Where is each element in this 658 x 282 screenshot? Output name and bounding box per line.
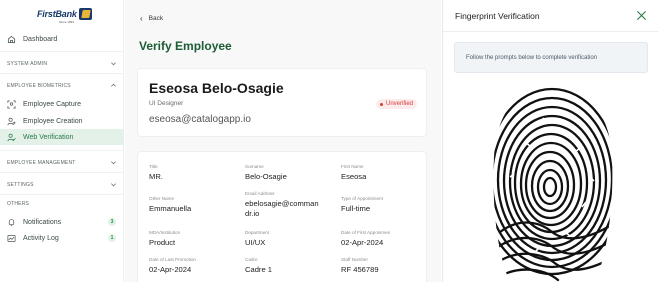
bell-icon — [7, 218, 16, 227]
user-check-icon — [7, 133, 16, 142]
detail-value: UI/UX — [245, 238, 266, 247]
detail-first-appointment-date: Date of First Appoinmen 02-Apr-2024 — [341, 230, 390, 248]
page-title: Verify Employee — [139, 39, 232, 53]
activity-count-badge: 1 — [108, 234, 116, 242]
close-icon[interactable] — [636, 10, 647, 21]
section-employee-management[interactable]: EMPLOYEE MANAGEMENT — [7, 159, 117, 166]
back-label: Back — [148, 15, 164, 22]
detail-department: Department UI/UX — [245, 230, 269, 248]
detail-value: Product — [149, 238, 176, 247]
detail-label: Staff Number — [341, 257, 368, 262]
detail-label: First Name — [341, 164, 364, 169]
sidebar-item-notifications[interactable]: Notifications 3 — [0, 214, 124, 230]
firstbank-logo[interactable]: FirstBank — [37, 8, 92, 20]
sidebar-item-label: Web Verification — [23, 133, 74, 141]
section-system-admin[interactable]: SYSTEM ADMIN — [7, 60, 117, 67]
divider — [0, 150, 124, 151]
detail-title: Title MR. — [149, 164, 163, 182]
notification-count-badge: 3 — [108, 218, 116, 226]
divider — [0, 73, 124, 74]
section-employee-biometrics[interactable]: EMPLOYEE BIOMETRICS — [7, 82, 117, 89]
detail-other-name: Other Name Emmanuella — [149, 196, 191, 214]
sidebar-item-employee-creation[interactable]: Employee Creation — [0, 113, 124, 129]
back-link[interactable]: ‹ Back — [140, 14, 163, 23]
detail-label: Title — [149, 164, 158, 169]
logo-text: FirstBank — [37, 9, 77, 19]
section-others: OTHERS — [7, 201, 117, 207]
user-add-icon — [7, 117, 16, 126]
instruction-banner: Follow the prompts below to complete ver… — [454, 42, 648, 73]
section-label: SYSTEM ADMIN — [7, 60, 48, 67]
chevron-left-icon: ‹ — [140, 14, 143, 23]
detail-value: Eseosa — [341, 172, 367, 181]
detail-value: RF 456789 — [341, 265, 379, 274]
detail-cadre: Cadre Cadre 1 — [245, 257, 272, 275]
sidebar-item-label: Notifications — [23, 218, 62, 226]
divider — [0, 51, 124, 52]
employee-role: UI Designer — [149, 100, 184, 107]
logo-elephant-icon — [78, 8, 92, 20]
sidebar-item-label: Employee Creation — [23, 117, 83, 125]
chevron-up-icon — [111, 83, 116, 87]
main-content: ‹ Back Verify Employee Eseosa Belo-Osagi… — [125, 0, 441, 282]
sidebar: FirstBank Since 1894 Dashboard SYSTEM AD… — [0, 0, 124, 282]
home-icon — [7, 35, 16, 44]
chevron-down-icon — [111, 161, 116, 165]
fingerprint-panel: Fingerprint Verification Follow the prom… — [442, 0, 658, 282]
detail-appointment-type: Type of Appointment Full-time — [341, 196, 383, 214]
employee-email: eseosa@catalogapp.io — [149, 114, 251, 125]
detail-label: MDA/Institution — [149, 230, 181, 235]
detail-label: Department — [245, 230, 270, 235]
chevron-down-icon — [111, 62, 116, 66]
section-label: EMPLOYEE BIOMETRICS — [7, 82, 71, 89]
detail-label: Cadre — [245, 257, 258, 262]
detail-email: Email Address ebelosagie@comman dr.io — [245, 191, 325, 219]
section-label: SETTINGS — [7, 181, 34, 188]
status-label: Unverified — [385, 101, 413, 107]
detail-value: Cadre 1 — [245, 265, 273, 274]
sidebar-item-label: Dashboard — [23, 35, 58, 43]
face-scan-icon — [7, 99, 16, 109]
detail-last-promotion-date: Date of Last Promotion 02-Apr-2024 — [149, 257, 196, 275]
detail-label: Date of Last Promotion — [149, 257, 196, 262]
detail-value: Full-time — [341, 204, 371, 213]
panel-title: Fingerprint Verification — [455, 11, 540, 21]
detail-value: 02-Apr-2024 — [149, 265, 192, 274]
sidebar-item-web-verification[interactable]: Web Verification — [0, 129, 124, 145]
detail-label: Surname — [245, 164, 264, 169]
employee-name: Eseosa Belo-Osagie — [149, 80, 284, 96]
status-dot-icon — [379, 102, 383, 106]
section-label: OTHERS — [7, 201, 30, 207]
logo-subtitle: Since 1894 — [59, 20, 75, 24]
sidebar-item-dashboard[interactable]: Dashboard — [0, 31, 124, 47]
divider — [443, 31, 658, 32]
sidebar-item-activity-log[interactable]: Activity Log 1 — [0, 230, 124, 246]
detail-first-name: First Name Eseosa — [341, 164, 366, 182]
status-badge: Unverified — [375, 99, 417, 109]
detail-label: Date of First Appoinmen — [341, 230, 391, 235]
detail-label: Email Address — [245, 191, 275, 196]
section-settings[interactable]: SETTINGS — [7, 181, 117, 188]
sidebar-item-label: Employee Capture — [23, 100, 81, 108]
chevron-down-icon — [111, 183, 116, 187]
section-label: EMPLOYEE MANAGEMENT — [7, 159, 76, 166]
detail-surname: Surname Belo-Osagie — [245, 164, 287, 182]
sidebar-item-label: Activity Log — [23, 234, 59, 242]
fingerprint-icon[interactable] — [490, 82, 615, 282]
divider — [0, 172, 124, 173]
divider — [0, 194, 124, 195]
sidebar-item-employee-capture[interactable]: Employee Capture — [0, 96, 124, 112]
detail-label: Type of Appointment — [341, 196, 383, 201]
detail-value: MR. — [149, 172, 163, 181]
detail-mda: MDA/Institution Product — [149, 230, 180, 248]
employee-details-card: Title MR. Surname Belo-Osagie First Name… — [137, 151, 427, 282]
detail-value: Emmanuella — [149, 204, 192, 213]
employee-summary-card: Eseosa Belo-Osagie UI Designer eseosa@ca… — [137, 68, 427, 137]
detail-value: Belo-Osagie — [245, 172, 287, 181]
detail-value: ebelosagie@comman dr.io — [245, 199, 319, 218]
activity-icon — [7, 234, 16, 243]
detail-label: Other Name — [149, 196, 175, 201]
detail-value: 02-Apr-2024 — [341, 238, 384, 247]
detail-staff-number: Staff Number RF 456789 — [341, 257, 379, 275]
